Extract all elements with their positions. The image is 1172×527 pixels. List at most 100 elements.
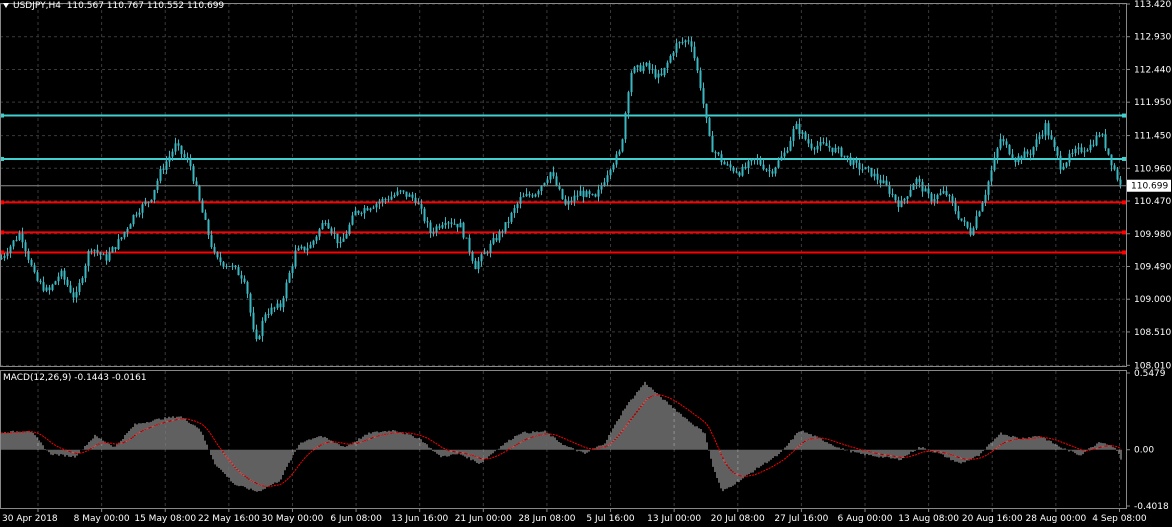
candle-body xyxy=(675,43,678,53)
time-tick-label: 30 Apr 2018 xyxy=(2,514,58,524)
candle-body xyxy=(966,221,969,228)
candle-body xyxy=(618,151,621,155)
candle-body xyxy=(129,224,132,229)
price-tick-label: 113.420 xyxy=(1134,0,1171,10)
candle-body xyxy=(738,172,741,176)
candle-body xyxy=(714,152,717,154)
candle-body xyxy=(372,207,375,209)
candle-body xyxy=(741,166,744,176)
candle-body xyxy=(333,233,336,235)
candle-body xyxy=(990,170,993,182)
candle-body xyxy=(1098,135,1101,137)
time-tick-label: 22 May 16:00 xyxy=(198,514,260,524)
candle-body xyxy=(813,148,816,150)
candle-body xyxy=(36,272,39,281)
candle-body xyxy=(753,158,756,160)
candle-body xyxy=(669,55,672,63)
dropdown-triangle-icon[interactable] xyxy=(3,3,9,8)
candle-body xyxy=(438,226,441,228)
candle-body xyxy=(531,195,534,197)
candle-body xyxy=(411,194,414,198)
candle-body xyxy=(459,222,462,228)
candle-body xyxy=(195,181,198,186)
candle-body xyxy=(549,172,552,180)
candle-body xyxy=(858,162,861,170)
level-handle xyxy=(1122,250,1126,255)
candle-body xyxy=(678,42,681,44)
candle-body xyxy=(1011,154,1014,159)
time-axis: 30 Apr 2018 8 May 00:00 15 May 08:00 22 May… xyxy=(2,508,1147,524)
candle-body xyxy=(27,251,30,260)
candle-body xyxy=(801,132,804,135)
candle-body xyxy=(216,252,219,258)
candle-body xyxy=(189,159,192,167)
candle-body xyxy=(234,265,237,268)
candle-body xyxy=(936,194,939,200)
candle-body xyxy=(864,167,867,170)
candle-body xyxy=(744,166,747,169)
candle-body xyxy=(1032,147,1035,155)
time-tick-label: 8 May 00:00 xyxy=(74,514,130,524)
candle-body xyxy=(933,199,936,202)
candle-body xyxy=(1029,153,1032,155)
current-price-marker: 110.699 xyxy=(0,179,1171,192)
candle-body xyxy=(723,161,726,165)
candle-body xyxy=(984,194,987,203)
time-tick-label: 27 Jul 16:00 xyxy=(774,514,828,524)
candle-body xyxy=(201,200,204,213)
candle-body xyxy=(609,169,612,176)
candle-body xyxy=(717,152,720,155)
candle-body xyxy=(762,164,765,170)
candle-body xyxy=(441,225,444,228)
candle-body xyxy=(57,276,60,282)
candle-body xyxy=(831,147,834,153)
candle-body xyxy=(327,223,330,229)
candle-body xyxy=(264,314,267,321)
time-tick-label: 4 Sep 08:00 xyxy=(1092,514,1147,524)
candle-body xyxy=(78,282,81,292)
candle-body xyxy=(867,167,870,169)
candle-body xyxy=(993,157,996,171)
candle-body xyxy=(750,159,753,162)
candle-body xyxy=(792,129,795,141)
candle-body xyxy=(588,191,591,195)
candle-body xyxy=(207,219,210,236)
candle-body xyxy=(900,200,903,207)
candle-body xyxy=(1002,139,1005,142)
candle-body xyxy=(375,203,378,208)
candle-body xyxy=(42,282,45,291)
candle-body xyxy=(429,222,432,234)
candle-body xyxy=(687,40,690,42)
candle-body xyxy=(300,246,303,249)
candle-body xyxy=(1101,134,1104,136)
candle-body xyxy=(153,189,156,200)
candle-body xyxy=(534,194,537,197)
candle-body xyxy=(192,166,195,182)
candle-body xyxy=(357,210,360,214)
candle-body xyxy=(102,254,105,256)
candle-body xyxy=(21,233,24,243)
level-handle xyxy=(1122,113,1126,118)
candle-body xyxy=(243,278,246,283)
candle-body xyxy=(402,190,405,192)
candle-body xyxy=(105,254,108,261)
time-tick-label: 28 Aug 00:00 xyxy=(1026,514,1087,524)
candle-body xyxy=(729,164,732,168)
horizontal-lines[interactable] xyxy=(0,113,1126,255)
candle-body xyxy=(1080,147,1083,153)
candle-body xyxy=(240,275,243,279)
candle-body xyxy=(387,199,390,201)
candle-body xyxy=(564,199,567,205)
candle-body xyxy=(444,223,447,226)
candle-body xyxy=(891,193,894,195)
candle-body xyxy=(1005,141,1008,145)
candle-body xyxy=(546,179,549,183)
candle-body xyxy=(882,180,885,184)
candle-body xyxy=(960,218,963,221)
candle-body xyxy=(237,267,240,276)
candle-body xyxy=(642,65,645,72)
chart-canvas[interactable]: 113.420 112.930 112.440 111.950 111.450 110.9… xyxy=(0,0,1172,527)
candle-body xyxy=(159,169,162,181)
candle-body xyxy=(579,190,582,196)
candle-body xyxy=(471,251,474,261)
